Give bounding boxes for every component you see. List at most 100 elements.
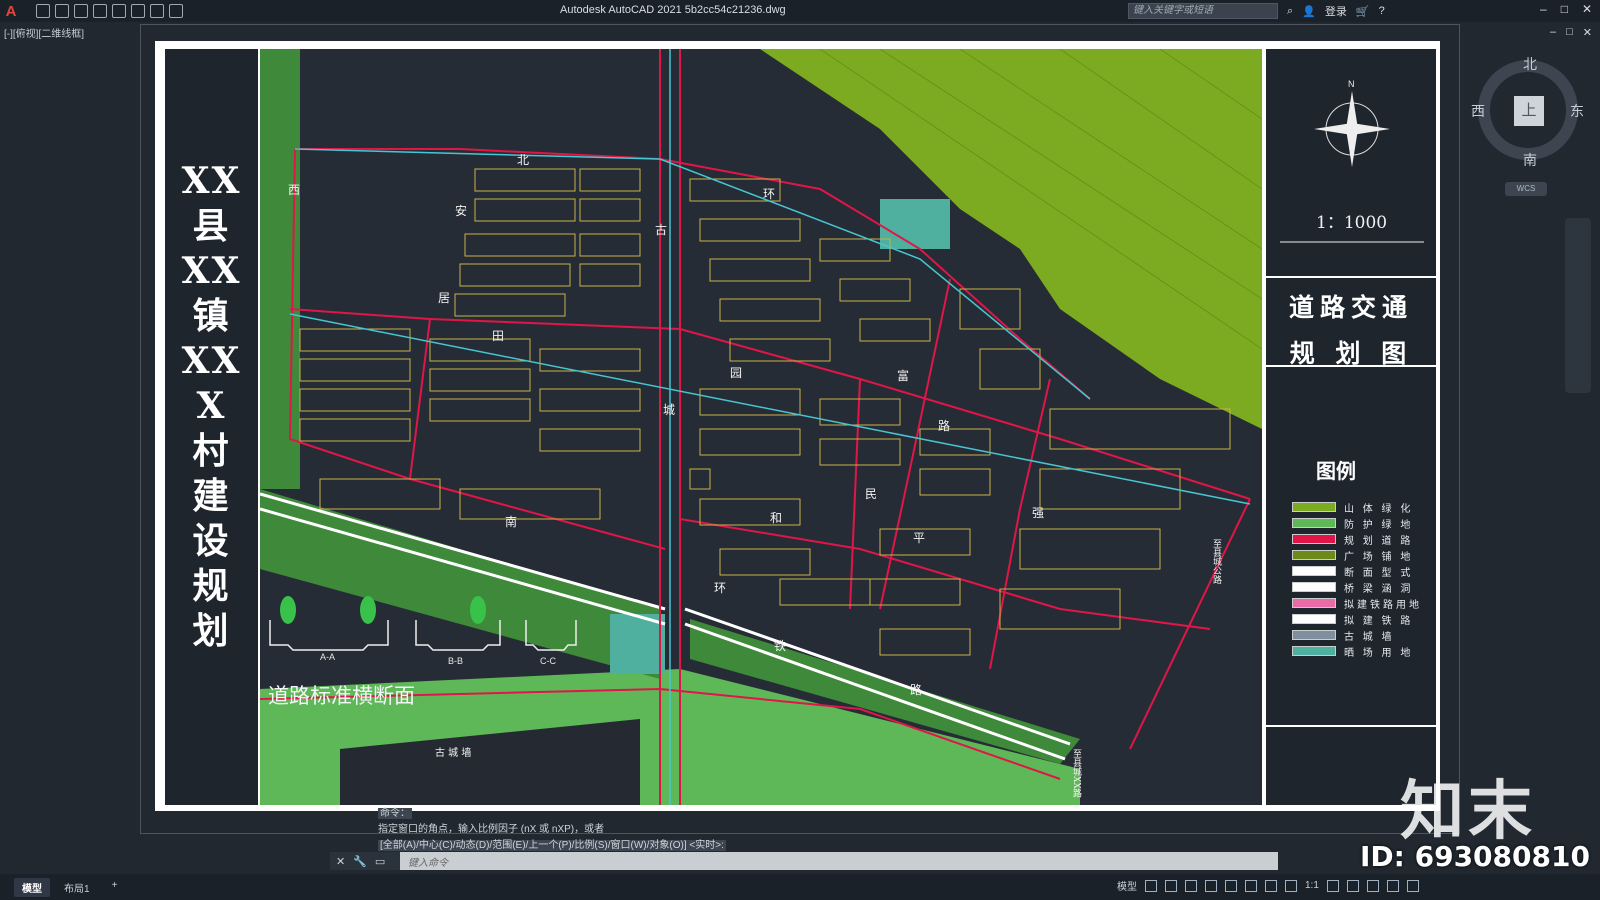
redo-icon[interactable] [169,4,183,18]
menu-icon[interactable] [1406,879,1419,892]
viewcube-north[interactable]: 北 [1523,54,1537,74]
tab-layout1[interactable]: 布局1 [56,878,98,897]
drawing-minimize-button[interactable]: – [1550,26,1556,39]
fullscreen-icon[interactable] [1386,879,1399,892]
autocad-logo-icon[interactable]: A [0,0,22,22]
legend-item: 广 场 铺 地 [1292,547,1432,563]
road-label: 富 [897,369,910,383]
legend-swatch [1292,582,1336,592]
quick-access-toolbar [36,4,183,18]
legend-label: 断 面 型 式 [1344,567,1414,579]
close-command-icon[interactable]: ✕ [336,855,345,868]
drawing-restore-button[interactable]: □ [1566,26,1573,39]
command-line-tools: ✕ 🔧 ▭ [330,852,400,870]
osnap-icon[interactable] [1225,879,1237,892]
print-icon[interactable] [131,4,145,18]
legend-item: 断 面 型 式 [1292,563,1432,579]
gear-icon[interactable] [1326,879,1339,892]
recent-commands-icon[interactable]: ▭ [375,855,385,868]
plot-icon[interactable] [112,4,126,18]
drawing-title-line: 规 划 图 [1289,339,1413,368]
wcs-menu[interactable]: WCS [1505,182,1547,196]
snap-icon[interactable] [1165,879,1177,892]
legend-swatch [1292,646,1336,656]
maximize-button[interactable]: □ [1561,2,1568,16]
title-char: 县 [192,205,231,247]
title-char: 村 [192,430,231,472]
annotation-scale[interactable]: 1:1 [1305,880,1319,891]
navigation-bar[interactable] [1565,218,1591,393]
legend-item: 山 体 绿 化 [1292,499,1432,515]
legend-label: 古 城 墙 [1344,631,1395,643]
legend-item: 桥 梁 涵 洞 [1292,579,1432,595]
search-input[interactable]: 键入关键字或短语 [1128,3,1278,19]
grid-icon[interactable] [1145,879,1157,892]
section-label: C-C [540,656,556,666]
legend-item: 拟 建 铁 路 [1292,611,1432,627]
road-label: 平 [913,531,926,545]
road-label: 强 [1032,506,1045,520]
road-label: 古 [655,223,668,237]
legend-swatch [1292,518,1336,528]
legend-label: 广 场 铺 地 [1344,551,1414,563]
isolate-icon[interactable] [1366,879,1379,892]
command-line[interactable]: ✕ 🔧 ▭ 键入命令 [330,852,1278,870]
road-label: 环 [763,187,776,201]
close-button[interactable]: ✕ [1582,2,1592,16]
viewcube[interactable]: 上 [1478,60,1578,160]
model-space-button[interactable]: 模型 [1117,878,1137,893]
drawing-title-line: 道路交通 [1288,293,1413,322]
command-history-line: 指定窗口的角点，输入比例因子 (nX 或 nXP)，或者 [378,824,605,835]
plus-icon[interactable] [1346,879,1359,892]
legend-swatch [1292,566,1336,576]
watermark-logo: 知末 [1400,775,1536,849]
section-label: B-B [448,656,464,666]
account-area: ⌕ 👤 登录 🛒 ? [1287,3,1385,19]
legend-list: 山 体 绿 化防 护 绿 地规 划 道 路广 场 铺 地断 面 型 式桥 梁 涵… [1292,499,1432,659]
search-icon[interactable]: ⌕ [1287,5,1293,18]
title-char: 划 [192,610,231,652]
undo-icon[interactable] [150,4,164,18]
drawing-close-button[interactable]: ✕ [1583,26,1592,39]
annotation-icon[interactable] [1285,879,1297,892]
viewcube-top-face[interactable]: 上 [1514,96,1544,126]
viewcube-south[interactable]: 南 [1523,150,1537,170]
wall-label: 古 城 墙 [435,748,472,759]
minimize-button[interactable]: – [1540,2,1547,16]
viewcube-east[interactable]: 东 [1570,101,1584,121]
open-file-icon[interactable] [55,4,69,18]
status-bar: 模型 布局1 + 模型 1:1 [0,874,1600,900]
login-link[interactable]: 登录 [1325,3,1347,19]
viewport-controls[interactable]: [-][俯视][二维线框] [4,25,84,40]
legend-swatch [1292,630,1336,640]
watermark-id: ID: 693080810 [1360,840,1590,873]
legend-label: 山 体 绿 化 [1344,503,1414,515]
viewcube-west[interactable]: 西 [1471,101,1485,121]
customize-icon[interactable]: 🔧 [353,855,367,868]
polar-icon[interactable] [1205,879,1217,892]
ortho-icon[interactable] [1185,879,1197,892]
command-input[interactable]: 键入命令 [400,854,448,869]
new-file-icon[interactable] [36,4,50,18]
legend-label: 桥 梁 涵 洞 [1344,583,1414,595]
road-label: 西 [288,183,301,197]
save-icon[interactable] [74,4,88,18]
road-label: 北 [517,153,530,167]
lineweight-icon[interactable] [1245,879,1257,892]
legend-swatch [1292,614,1336,624]
vertical-title-column: XX 县 XX 镇 XX X 村 建 设 规 划 [165,49,258,805]
save-as-icon[interactable] [93,4,107,18]
legend-item: 防 护 绿 地 [1292,515,1432,531]
title-char: 镇 [192,295,231,337]
user-icon[interactable]: 👤 [1302,5,1316,18]
scale-text: 1：1000 [1316,213,1388,233]
help-icon[interactable]: ? [1379,5,1385,17]
add-layout-button[interactable]: + [104,878,126,897]
selection-cycling-icon[interactable] [1265,879,1277,892]
section-label: A-A [320,652,336,662]
drawing-window-controls: – □ ✕ [1550,26,1592,39]
cart-icon[interactable]: 🛒 [1356,5,1370,18]
legend-column: N [1264,49,1438,805]
tab-model[interactable]: 模型 [14,877,50,897]
command-history: 命令： 指定窗口的角点，输入比例因子 (nX 或 nXP)，或者 [全部(A)/… [378,806,726,854]
